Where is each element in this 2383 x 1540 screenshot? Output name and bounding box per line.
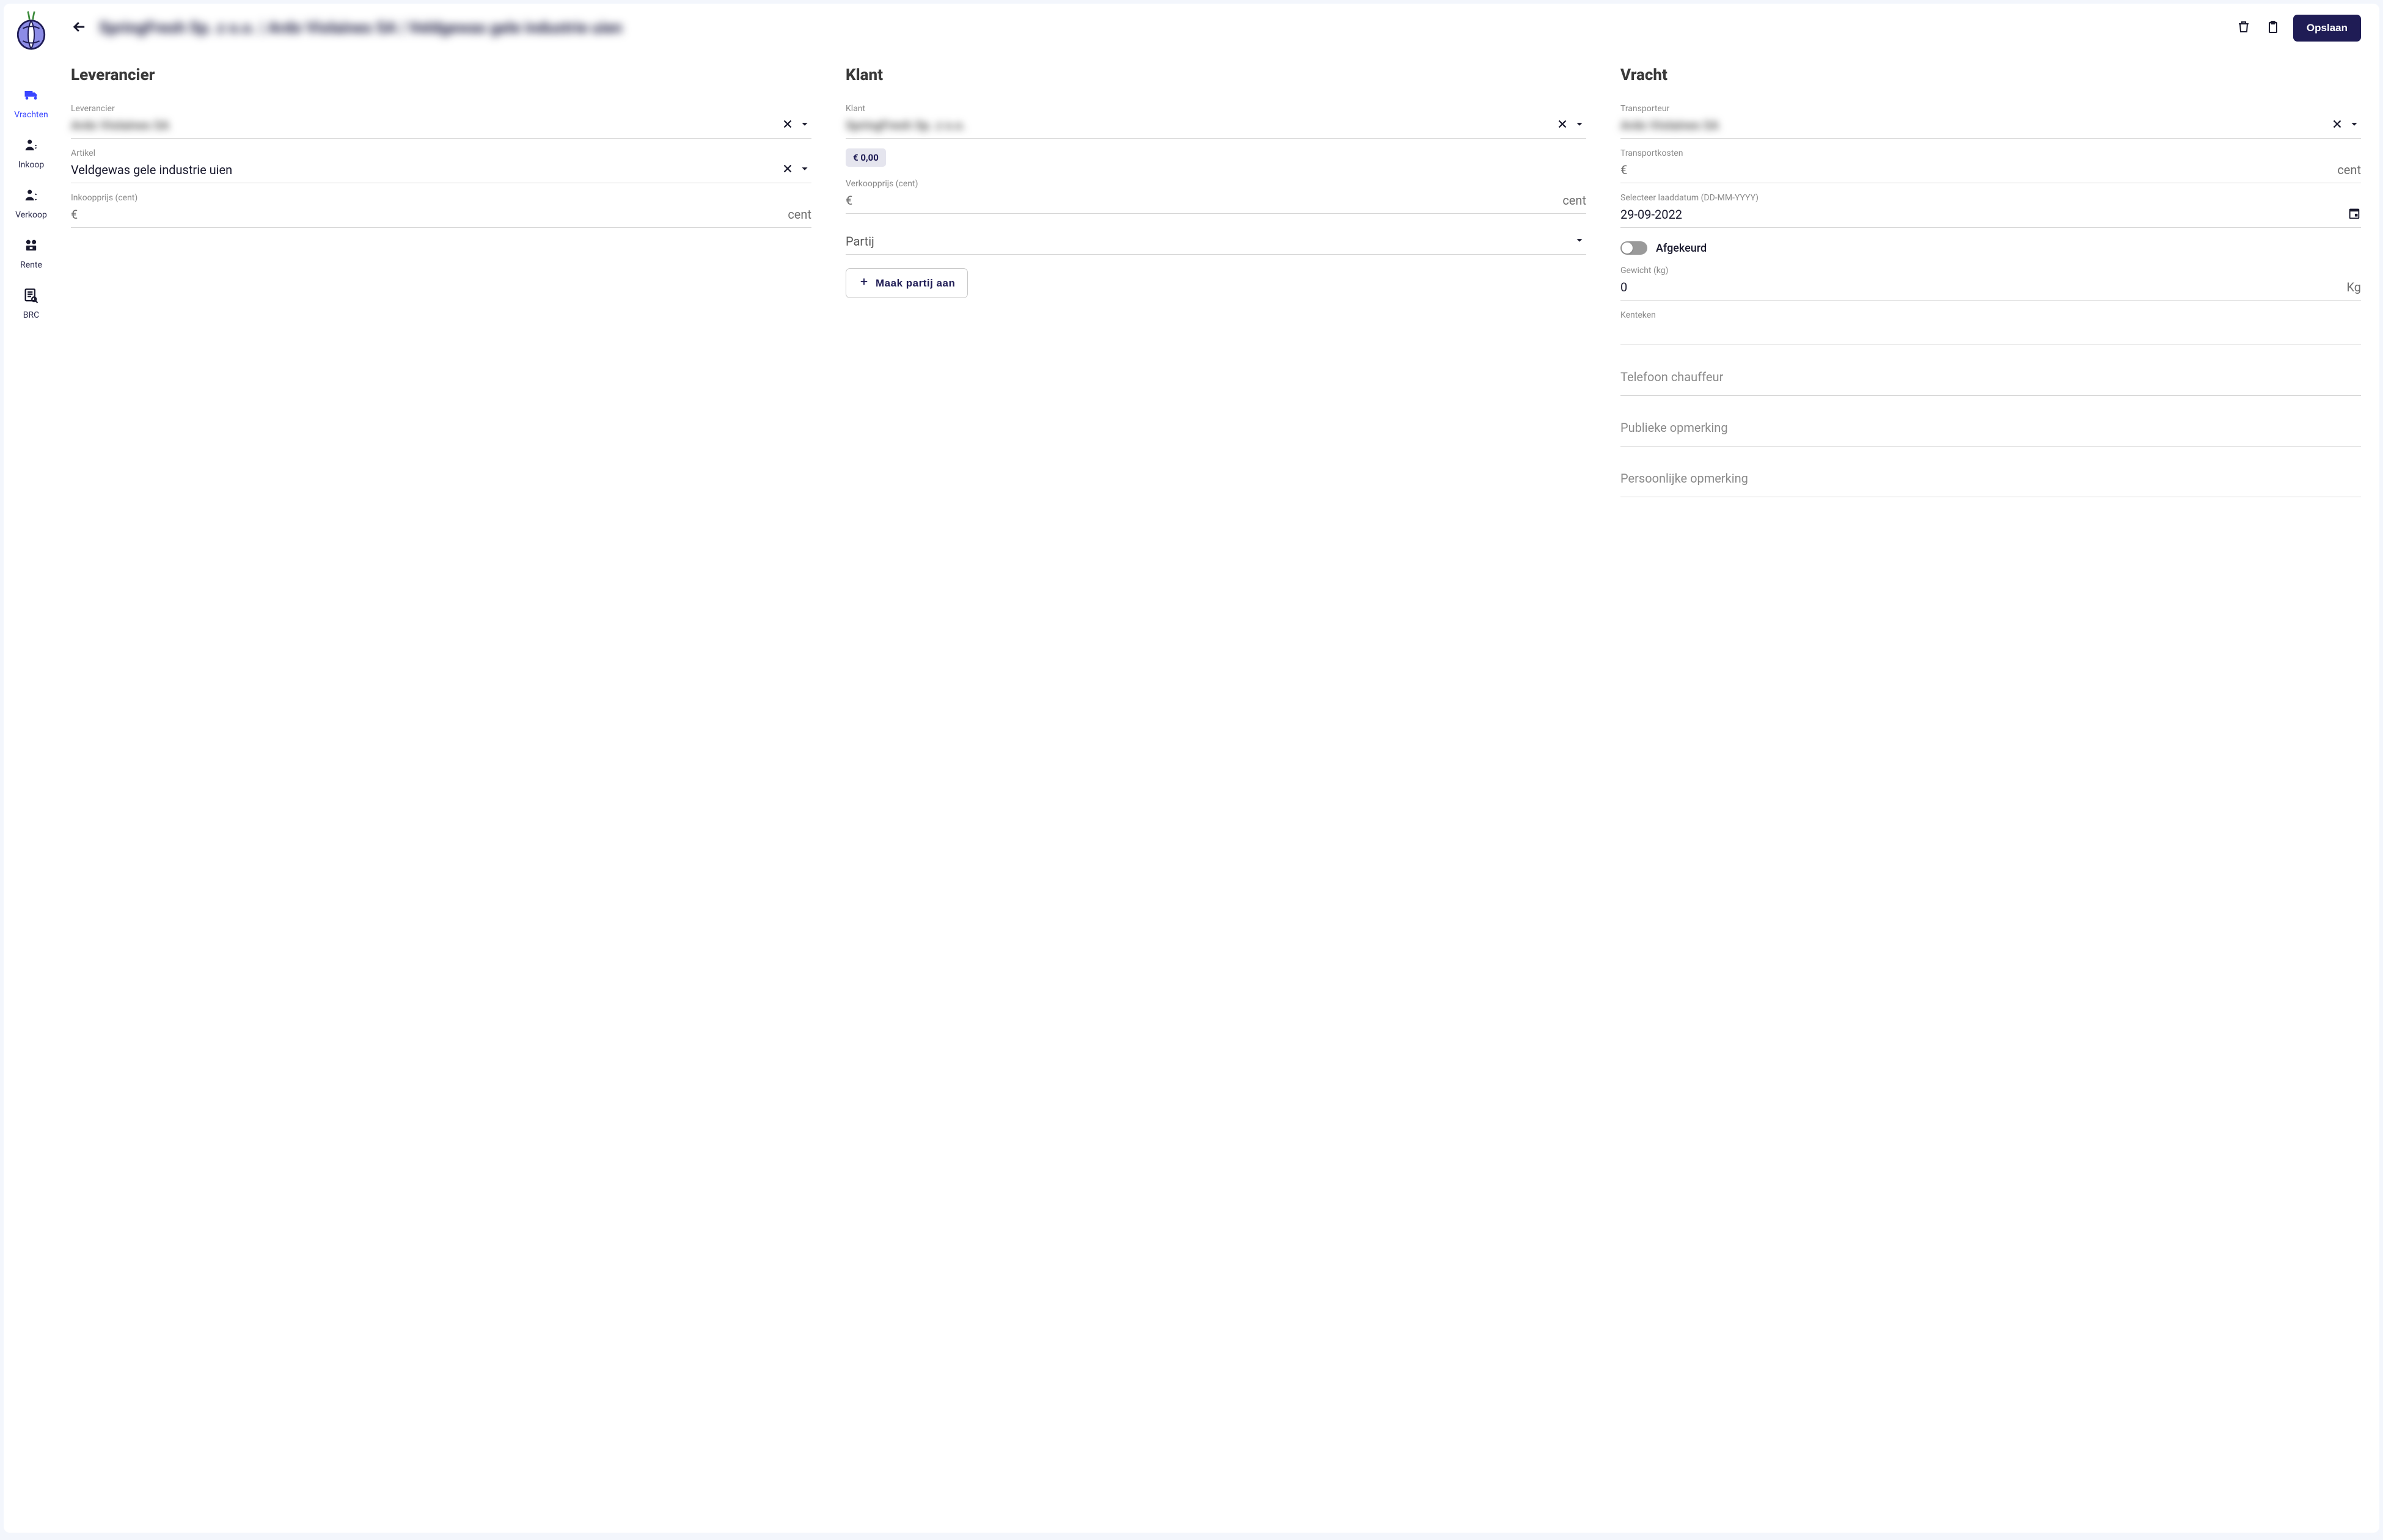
clipboard-button[interactable]	[2264, 19, 2282, 37]
customer-heading: Klant	[846, 66, 1586, 84]
sidebar-item-label: BRC	[23, 310, 39, 320]
transport-cost-field[interactable]: Transportkosten € cent	[1620, 148, 2361, 183]
delete-button[interactable]	[2235, 19, 2253, 37]
close-icon[interactable]	[1556, 117, 1569, 133]
cent-suffix: cent	[1562, 193, 1586, 208]
close-icon[interactable]	[2330, 117, 2344, 133]
field-label: Inkoopprijs (cent)	[71, 193, 811, 203]
field-label: Transporteur	[1620, 104, 2361, 114]
sidebar-item-inkoop[interactable]: Inkoop	[4, 137, 59, 170]
chevron-down-icon[interactable]	[1573, 117, 1586, 133]
interest-icon	[23, 237, 40, 257]
supplier-value: Ardo Violaines SA	[71, 117, 777, 134]
currency-prefix: €	[1620, 162, 1627, 177]
article-field[interactable]: Artikel Veldgewas gele industrie uien	[71, 148, 811, 183]
customer-column: Klant Klant SpringFresh Sp. z o.o. € 0,0…	[846, 66, 1586, 497]
weight-value: 0	[1620, 279, 2343, 296]
supplier-heading: Leverancier	[71, 66, 811, 84]
public-remark-placeholder: Publieke opmerking	[1620, 420, 1728, 435]
load-date-value: 29-09-2022	[1620, 206, 2344, 223]
document-search-icon	[23, 287, 40, 307]
sidebar-item-verkoop[interactable]: Verkoop	[4, 187, 59, 220]
public-remark-field[interactable]: Publieke opmerking	[1620, 406, 2361, 447]
freight-heading: Vracht	[1620, 66, 2361, 84]
price-chip: € 0,00	[846, 148, 886, 167]
field-label: Leverancier	[71, 104, 811, 114]
field-label: Selecteer laaddatum (DD-MM-YYYY)	[1620, 193, 2361, 203]
currency-prefix: €	[846, 193, 852, 208]
license-plate-field[interactable]: Kenteken	[1620, 310, 2361, 345]
article-value: Veldgewas gele industrie uien	[71, 161, 777, 178]
sidebar-item-rente[interactable]: Rente	[4, 237, 59, 270]
customer-field[interactable]: Klant SpringFresh Sp. z o.o.	[846, 104, 1586, 139]
cent-suffix: cent	[2337, 162, 2361, 177]
close-icon[interactable]	[781, 162, 794, 178]
load-date-field[interactable]: Selecteer laaddatum (DD-MM-YYYY) 29-09-2…	[1620, 193, 2361, 228]
sidebar-item-label: Verkoop	[15, 210, 47, 220]
chevron-down-icon[interactable]	[798, 117, 811, 133]
driver-phone-placeholder: Telefoon chauffeur	[1620, 370, 1723, 384]
sidebar-item-label: Rente	[20, 260, 42, 270]
sidebar-item-brc[interactable]: BRC	[4, 287, 59, 320]
rejected-toggle-row: Afgekeurd	[1620, 241, 2361, 255]
plus-icon	[858, 276, 869, 290]
arrow-left-icon	[71, 26, 88, 38]
field-label: Artikel	[71, 148, 811, 158]
create-batch-label: Maak partij aan	[876, 277, 955, 290]
calendar-icon[interactable]	[2348, 206, 2361, 222]
sidebar-item-vrachten[interactable]: Vrachten	[4, 87, 59, 120]
currency-prefix: €	[71, 207, 78, 222]
field-label: Klant	[846, 104, 1586, 114]
kg-suffix: Kg	[2346, 280, 2361, 294]
batch-label: Partij	[846, 233, 1569, 250]
chevron-down-icon[interactable]	[798, 162, 811, 178]
sidebar-item-label: Inkoop	[18, 160, 44, 170]
weight-field[interactable]: Gewicht (kg) 0 Kg	[1620, 266, 2361, 301]
cent-suffix: cent	[788, 207, 811, 222]
batch-field[interactable]: Partij	[846, 224, 1586, 255]
sale-icon	[23, 187, 40, 206]
chevron-down-icon[interactable]	[2348, 117, 2361, 133]
field-label: Verkoopprijs (cent)	[846, 179, 1586, 189]
save-button[interactable]: Opslaan	[2293, 15, 2361, 42]
page-title: SpringFresh Sp. z o.o. | Ardo Violaines …	[99, 19, 2224, 37]
truck-icon	[23, 87, 40, 106]
purchase-price-value	[81, 213, 784, 216]
customer-value: SpringFresh Sp. z o.o.	[846, 117, 1552, 134]
clipboard-icon	[2266, 20, 2280, 37]
rejected-toggle[interactable]	[1620, 241, 1647, 255]
personal-remark-placeholder: Persoonlijke opmerking	[1620, 471, 1748, 486]
sidebar-item-label: Vrachten	[14, 110, 48, 120]
transport-cost-value	[1631, 169, 2334, 171]
trash-icon	[2236, 20, 2251, 37]
sale-price-field[interactable]: Verkoopprijs (cent) € cent	[846, 179, 1586, 214]
main-content: SpringFresh Sp. z o.o. | Ardo Violaines …	[59, 4, 2379, 1533]
freight-column: Vracht Transporteur Ardo Violaines SA Tr…	[1620, 66, 2361, 497]
field-label: Transportkosten	[1620, 148, 2361, 158]
license-plate-input[interactable]	[1620, 324, 2361, 340]
app-logo	[10, 10, 52, 51]
personal-remark-field[interactable]: Persoonlijke opmerking	[1620, 456, 2361, 497]
close-icon[interactable]	[781, 117, 794, 133]
carrier-value: Ardo Violaines SA	[1620, 117, 2327, 134]
purchase-price-field[interactable]: Inkoopprijs (cent) € cent	[71, 193, 811, 228]
supplier-column: Leverancier Leverancier Ardo Violaines S…	[71, 66, 811, 497]
create-batch-button[interactable]: Maak partij aan	[846, 268, 968, 298]
topbar: SpringFresh Sp. z o.o. | Ardo Violaines …	[71, 15, 2361, 42]
carrier-field[interactable]: Transporteur Ardo Violaines SA	[1620, 104, 2361, 139]
supplier-field[interactable]: Leverancier Ardo Violaines SA	[71, 104, 811, 139]
chevron-down-icon[interactable]	[1573, 233, 1586, 249]
sale-price-value	[856, 199, 1559, 202]
sidebar: Vrachten Inkoop Verkoop Rente BRC	[4, 4, 59, 1533]
purchase-icon	[23, 137, 40, 156]
rejected-label: Afgekeurd	[1656, 242, 1707, 255]
field-label: Kenteken	[1620, 310, 2361, 320]
driver-phone-field[interactable]: Telefoon chauffeur	[1620, 355, 2361, 396]
back-button[interactable]	[71, 18, 88, 38]
field-label: Gewicht (kg)	[1620, 266, 2361, 276]
